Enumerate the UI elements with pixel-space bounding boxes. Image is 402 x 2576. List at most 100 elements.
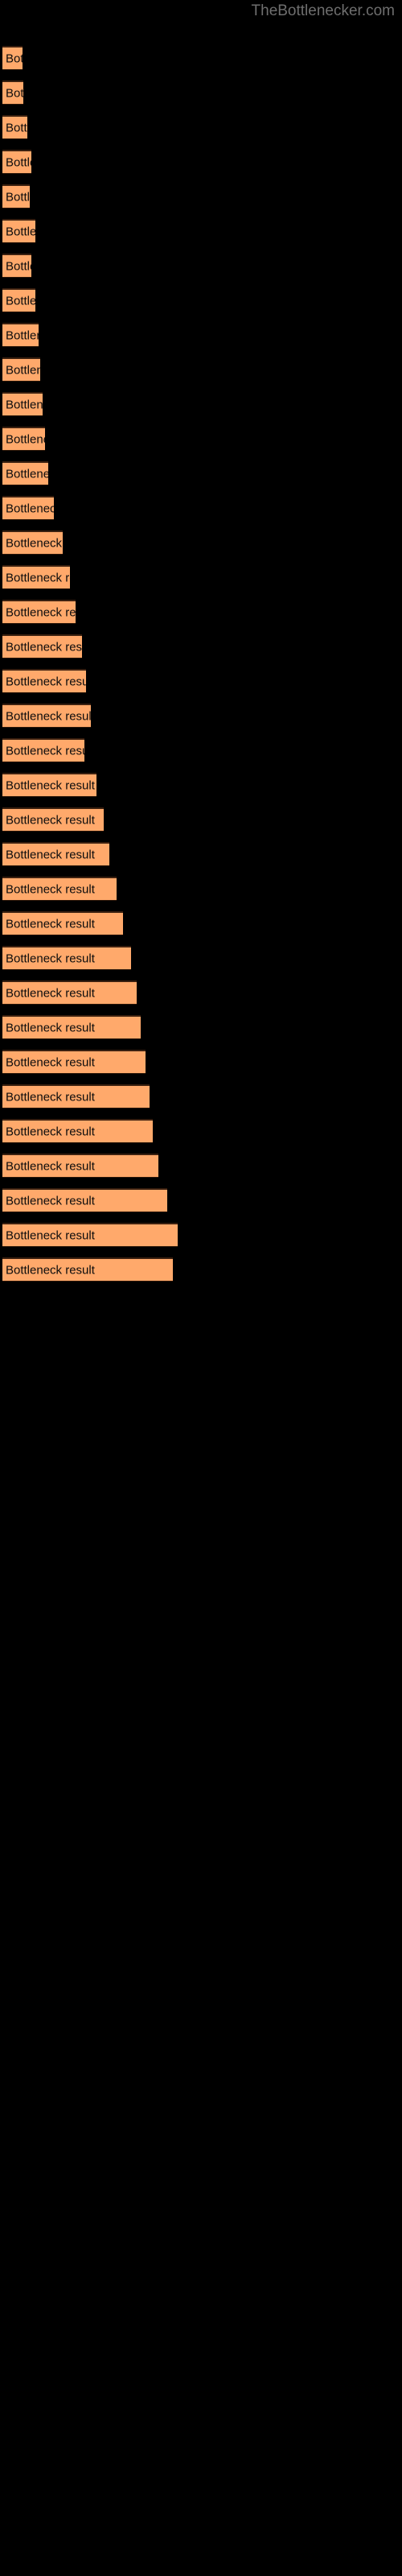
bar-row: Bottleneck result [2, 669, 86, 693]
bar-clip: Bottleneck result [2, 738, 84, 762]
bar-clip: Bottleneck result [2, 1223, 178, 1247]
bar-row: Bottleneck result [2, 773, 96, 797]
bar-clip: Bottleneck result [2, 288, 35, 312]
bar-clip: Bottleneck result [2, 496, 54, 520]
bar-clip: Bottleneck result [2, 150, 31, 174]
bar-row: Bottleneck result [2, 1015, 141, 1039]
bar[interactable]: Bottleneck result [2, 115, 27, 139]
bar[interactable]: Bottleneck result [2, 1015, 141, 1039]
bar-label: Bottleneck result [6, 778, 95, 792]
bar[interactable]: Bottleneck result [2, 1050, 146, 1074]
bar-clip: Bottleneck result [2, 254, 31, 278]
bar[interactable]: Bottleneck result [2, 773, 96, 797]
bar-clip: Bottleneck result [2, 704, 91, 728]
bar[interactable]: Bottleneck result [2, 496, 54, 520]
bar-row: Bottleneck result [2, 807, 104, 832]
bar-row: Bottleneck result [2, 946, 131, 970]
bar-label: Bottleneck result [6, 640, 82, 654]
bar-row: Bottleneck result [2, 1188, 167, 1212]
bar[interactable]: Bottleneck result [2, 634, 82, 658]
bar-clip: Bottleneck result [2, 877, 117, 901]
bar[interactable]: Bottleneck result [2, 219, 35, 243]
bar-row: Bottleneck result [2, 842, 109, 866]
bar-label: Bottleneck result [6, 86, 23, 100]
bar-clip: Bottleneck result [2, 427, 45, 451]
bar-row: Bottleneck result [2, 530, 63, 555]
bar-label: Bottleneck result [6, 432, 45, 446]
bar-row: Bottleneck result [2, 565, 70, 589]
bar-clip: Bottleneck result [2, 669, 86, 693]
bar-row: Bottleneck result [2, 184, 30, 208]
bar-clip: Bottleneck result [2, 323, 39, 347]
bar-label: Bottleneck result [6, 1228, 95, 1242]
bar-row: Bottleneck result [2, 323, 39, 347]
bar-clip: Bottleneck result [2, 46, 23, 70]
bar[interactable]: Bottleneck result [2, 946, 131, 970]
bar-row: Bottleneck result [2, 1257, 173, 1282]
bar-clip: Bottleneck result [2, 980, 137, 1005]
bar-row: Bottleneck result [2, 877, 117, 901]
bar-row: Bottleneck result [2, 46, 23, 70]
bar-label: Bottleneck result [6, 952, 95, 965]
bar[interactable]: Bottleneck result [2, 392, 43, 416]
bar-clip: Bottleneck result [2, 461, 48, 485]
bar-label: Bottleneck result [6, 709, 91, 723]
bar-row: Bottleneck result [2, 461, 48, 485]
bar-row: Bottleneck result [2, 150, 31, 174]
bar[interactable]: Bottleneck result [2, 1084, 150, 1108]
bar-row: Bottleneck result [2, 911, 123, 935]
bar-label: Bottleneck result [6, 502, 54, 515]
bar-row: Bottleneck result [2, 1223, 178, 1247]
bar[interactable]: Bottleneck result [2, 530, 63, 555]
bar[interactable]: Bottleneck result [2, 1257, 173, 1282]
bar[interactable]: Bottleneck result [2, 980, 137, 1005]
bar-clip: Bottleneck result [2, 392, 43, 416]
bar[interactable]: Bottleneck result [2, 1154, 158, 1178]
bar[interactable]: Bottleneck result [2, 807, 104, 832]
bar[interactable]: Bottleneck result [2, 1223, 178, 1247]
bar[interactable]: Bottleneck result [2, 427, 45, 451]
bar-label: Bottleneck result [6, 1263, 95, 1277]
bar-label: Bottleneck result [6, 1055, 95, 1069]
bar[interactable]: Bottleneck result [2, 911, 123, 935]
bar[interactable]: Bottleneck result [2, 461, 48, 485]
bar[interactable]: Bottleneck result [2, 1119, 153, 1143]
bar-clip: Bottleneck result [2, 1015, 141, 1039]
bar-label: Bottleneck result [6, 328, 39, 342]
bar-row: Bottleneck result [2, 496, 54, 520]
bar-clip: Bottleneck result [2, 600, 76, 624]
bar-row: Bottleneck result [2, 704, 91, 728]
bar[interactable]: Bottleneck result [2, 669, 86, 693]
bar[interactable]: Bottleneck result [2, 80, 23, 105]
bar[interactable]: Bottleneck result [2, 842, 109, 866]
bar[interactable]: Bottleneck result [2, 150, 31, 174]
bar[interactable]: Bottleneck result [2, 46, 23, 70]
bar-clip: Bottleneck result [2, 530, 63, 555]
bar-row: Bottleneck result [2, 80, 23, 105]
bar-label: Bottleneck result [6, 1090, 95, 1104]
bar[interactable]: Bottleneck result [2, 877, 117, 901]
bar-clip: Bottleneck result [2, 1257, 173, 1282]
bar-clip: Bottleneck result [2, 565, 70, 589]
bar-row: Bottleneck result [2, 357, 40, 382]
bar[interactable]: Bottleneck result [2, 254, 31, 278]
bar-label: Bottleneck result [6, 155, 31, 169]
bar[interactable]: Bottleneck result [2, 323, 39, 347]
bar-label: Bottleneck result [6, 398, 43, 411]
bar-clip: Bottleneck result [2, 807, 104, 832]
bar[interactable]: Bottleneck result [2, 184, 30, 208]
bar[interactable]: Bottleneck result [2, 600, 76, 624]
bar-row: Bottleneck result [2, 600, 76, 624]
bar[interactable]: Bottleneck result [2, 357, 40, 382]
bar[interactable]: Bottleneck result [2, 565, 70, 589]
bar[interactable]: Bottleneck result [2, 1188, 167, 1212]
bar[interactable]: Bottleneck result [2, 288, 35, 312]
bar-row: Bottleneck result [2, 115, 27, 139]
bar-row: Bottleneck result [2, 980, 137, 1005]
bar-row: Bottleneck result [2, 392, 43, 416]
bar[interactable]: Bottleneck result [2, 704, 91, 728]
bar-row: Bottleneck result [2, 634, 82, 658]
bar-label: Bottleneck result [6, 571, 70, 584]
bar[interactable]: Bottleneck result [2, 738, 84, 762]
bar-clip: Bottleneck result [2, 911, 123, 935]
